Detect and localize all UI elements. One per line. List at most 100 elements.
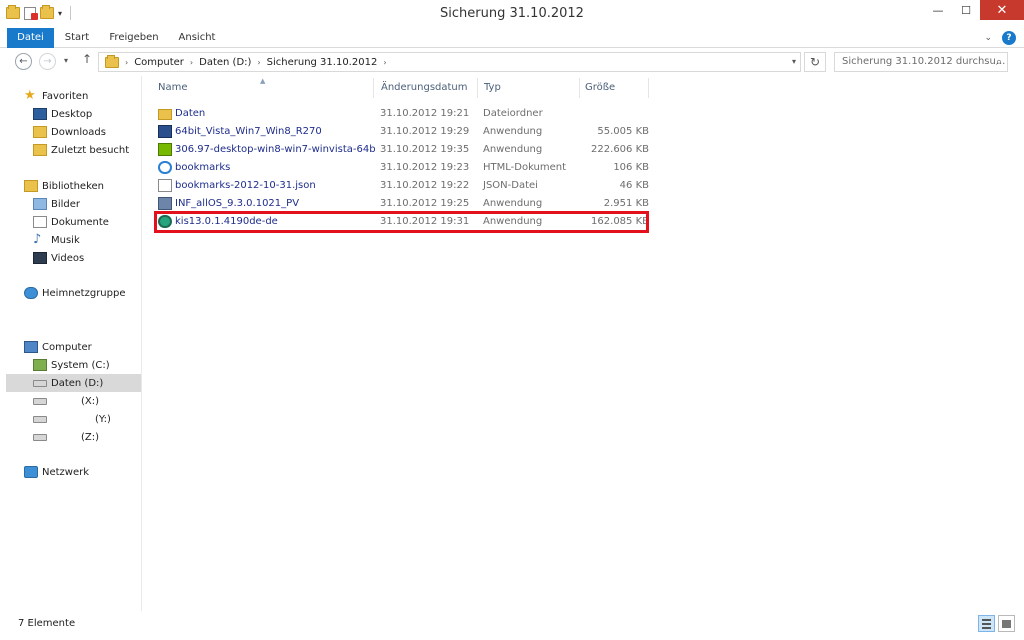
close-button[interactable]: ✕ bbox=[980, 0, 1024, 20]
star-icon: ★ bbox=[24, 88, 36, 103]
column-divider[interactable] bbox=[648, 78, 649, 98]
file-type: Anwendung bbox=[483, 144, 543, 155]
file-date: 31.10.2012 19:22 bbox=[380, 180, 470, 191]
minimize-button[interactable]: — bbox=[924, 0, 952, 20]
up-arrow-icon[interactable]: ↑ bbox=[82, 52, 92, 66]
file-date: 31.10.2012 19:23 bbox=[380, 162, 470, 173]
network-icon bbox=[24, 466, 38, 478]
setup-app-icon bbox=[158, 125, 172, 138]
file-name: 64bit_Vista_Win7_Win8_R270 bbox=[175, 126, 322, 137]
sidebar-item-drive-y[interactable]: (Y:) bbox=[33, 410, 111, 428]
list-line-icon bbox=[982, 619, 991, 621]
column-divider[interactable] bbox=[373, 78, 374, 98]
sidebar-item-computer[interactable]: Computer bbox=[24, 338, 92, 356]
file-date: 31.10.2012 19:25 bbox=[380, 198, 470, 209]
sidebar-item-bilder[interactable]: Bilder bbox=[33, 195, 80, 213]
sidebar-item-videos[interactable]: Videos bbox=[33, 249, 84, 267]
sidebar-item-downloads[interactable]: Downloads bbox=[33, 123, 106, 141]
file-list: ▲ Name Änderungsdatum Typ Größe Daten 31… bbox=[143, 76, 1024, 611]
large-icons-icon bbox=[1002, 620, 1011, 628]
tab-start[interactable]: Start bbox=[60, 28, 94, 48]
search-input[interactable]: Sicherung 31.10.2012 durchsu... ⌕ bbox=[834, 52, 1008, 72]
libraries-icon bbox=[24, 180, 38, 192]
address-history-chevron-icon[interactable]: ▾ bbox=[792, 57, 796, 66]
network-drive-icon bbox=[33, 397, 47, 405]
file-date: 31.10.2012 19:29 bbox=[380, 126, 470, 137]
file-size: 55.005 KB bbox=[597, 126, 649, 137]
refresh-button[interactable]: ↻ bbox=[804, 52, 826, 72]
file-row[interactable]: bookmarks-2012-10-31.json 31.10.2012 19:… bbox=[155, 177, 649, 195]
file-row[interactable]: 306.97-desktop-win8-win7-winvista-64bi..… bbox=[155, 141, 649, 159]
column-divider[interactable] bbox=[579, 78, 580, 98]
column-header-date[interactable]: Änderungsdatum bbox=[381, 82, 468, 93]
recent-places-icon bbox=[33, 144, 47, 156]
tab-datei[interactable]: Datei bbox=[7, 28, 54, 48]
breadcrumb-separator-icon[interactable]: › bbox=[383, 58, 386, 67]
videos-icon bbox=[33, 252, 47, 264]
sidebar-item-zuletzt-besucht[interactable]: Zuletzt besucht bbox=[33, 141, 129, 159]
breadcrumb-computer[interactable]: Computer bbox=[134, 57, 184, 68]
window-title: Sicherung 31.10.2012 bbox=[440, 6, 584, 21]
expand-ribbon-chevron-icon[interactable]: ⌄ bbox=[984, 33, 992, 43]
file-name: INF_allOS_9.3.0.1021_PV bbox=[175, 198, 300, 209]
file-type: JSON-Datei bbox=[483, 180, 538, 191]
column-header-type[interactable]: Typ bbox=[484, 82, 501, 93]
file-size: 2.951 KB bbox=[603, 198, 649, 209]
back-button[interactable]: ← bbox=[15, 53, 32, 70]
title-bar: ▾ Sicherung 31.10.2012 — ☐ ✕ bbox=[0, 0, 1024, 28]
column-header-size[interactable]: Größe bbox=[585, 82, 615, 93]
breadcrumb-separator-icon[interactable]: › bbox=[190, 58, 193, 67]
maximize-button[interactable]: ☐ bbox=[952, 0, 980, 20]
breadcrumb-separator-icon[interactable]: › bbox=[125, 58, 128, 67]
sidebar-item-drive-x[interactable]: (X:) bbox=[33, 392, 99, 410]
sidebar-item-dokumente[interactable]: Dokumente bbox=[33, 213, 109, 231]
sidebar-item-netzwerk[interactable]: Netzwerk bbox=[24, 463, 89, 481]
tab-freigeben[interactable]: Freigeben bbox=[104, 28, 164, 48]
sidebar-item-bibliotheken[interactable]: Bibliotheken bbox=[24, 177, 104, 195]
file-type: Anwendung bbox=[483, 198, 543, 209]
file-type: HTML-Dokument bbox=[483, 162, 567, 173]
file-name: Daten bbox=[175, 108, 206, 119]
address-bar[interactable]: › Computer › Daten (D:) › Sicherung 31.1… bbox=[98, 52, 801, 72]
computer-icon bbox=[24, 341, 38, 353]
sidebar-item-heimnetzgruppe[interactable]: Heimnetzgruppe bbox=[24, 284, 126, 302]
document-icon bbox=[158, 179, 172, 192]
file-row[interactable]: Daten 31.10.2012 19:21 Dateiordner bbox=[155, 105, 649, 123]
navigation-bar: ← → ▾ ↑ › Computer › Daten (D:) › Sicher… bbox=[0, 48, 1024, 76]
file-name: bookmarks-2012-10-31.json bbox=[175, 180, 316, 191]
help-icon[interactable]: ? bbox=[1002, 31, 1016, 45]
folder-icon bbox=[105, 54, 119, 68]
list-line-icon bbox=[982, 627, 991, 629]
music-icon: ♪ bbox=[33, 232, 42, 247]
sort-caret-icon: ▲ bbox=[260, 77, 266, 85]
forward-button[interactable]: → bbox=[39, 53, 56, 70]
column-divider[interactable] bbox=[477, 78, 478, 98]
sidebar-item-drive-z[interactable]: (Z:) bbox=[33, 428, 99, 446]
search-placeholder: Sicherung 31.10.2012 durchsu... bbox=[842, 56, 1006, 67]
sidebar-item-desktop[interactable]: Desktop bbox=[33, 105, 92, 123]
item-count: 7 Elemente bbox=[18, 618, 76, 629]
search-icon[interactable]: ⌕ bbox=[996, 53, 1002, 71]
file-row[interactable]: bookmarks 31.10.2012 19:23 HTML-Dokument… bbox=[155, 159, 649, 177]
recent-locations-chevron-icon[interactable]: ▾ bbox=[64, 56, 68, 65]
breadcrumb-separator-icon[interactable]: › bbox=[257, 58, 260, 67]
details-view-button[interactable] bbox=[978, 615, 995, 632]
sidebar-item-favoriten[interactable]: ★ Favoriten bbox=[24, 87, 88, 105]
nvidia-icon bbox=[158, 143, 172, 156]
sidebar-item-system-c[interactable]: System (C:) bbox=[33, 356, 110, 374]
window-controls: — ☐ ✕ bbox=[924, 0, 1024, 20]
file-type: Dateiordner bbox=[483, 108, 543, 119]
breadcrumb-daten[interactable]: Daten (D:) bbox=[199, 57, 251, 68]
installer-icon bbox=[158, 197, 172, 210]
system-drive-icon bbox=[33, 359, 47, 371]
column-header-name[interactable]: Name bbox=[158, 82, 188, 93]
list-line-icon bbox=[982, 623, 991, 625]
large-icons-view-button[interactable] bbox=[998, 615, 1015, 632]
status-bar: 7 Elemente bbox=[0, 612, 1024, 640]
file-row[interactable]: 64bit_Vista_Win7_Win8_R270 31.10.2012 19… bbox=[155, 123, 649, 141]
tab-ansicht[interactable]: Ansicht bbox=[172, 28, 222, 48]
breadcrumb-sicherung[interactable]: Sicherung 31.10.2012 bbox=[267, 57, 378, 68]
sidebar-item-daten-d[interactable]: Daten (D:) bbox=[6, 374, 141, 392]
sidebar-item-musik[interactable]: ♪ Musik bbox=[33, 231, 80, 249]
file-name: 306.97-desktop-win8-win7-winvista-64bi..… bbox=[175, 144, 375, 155]
